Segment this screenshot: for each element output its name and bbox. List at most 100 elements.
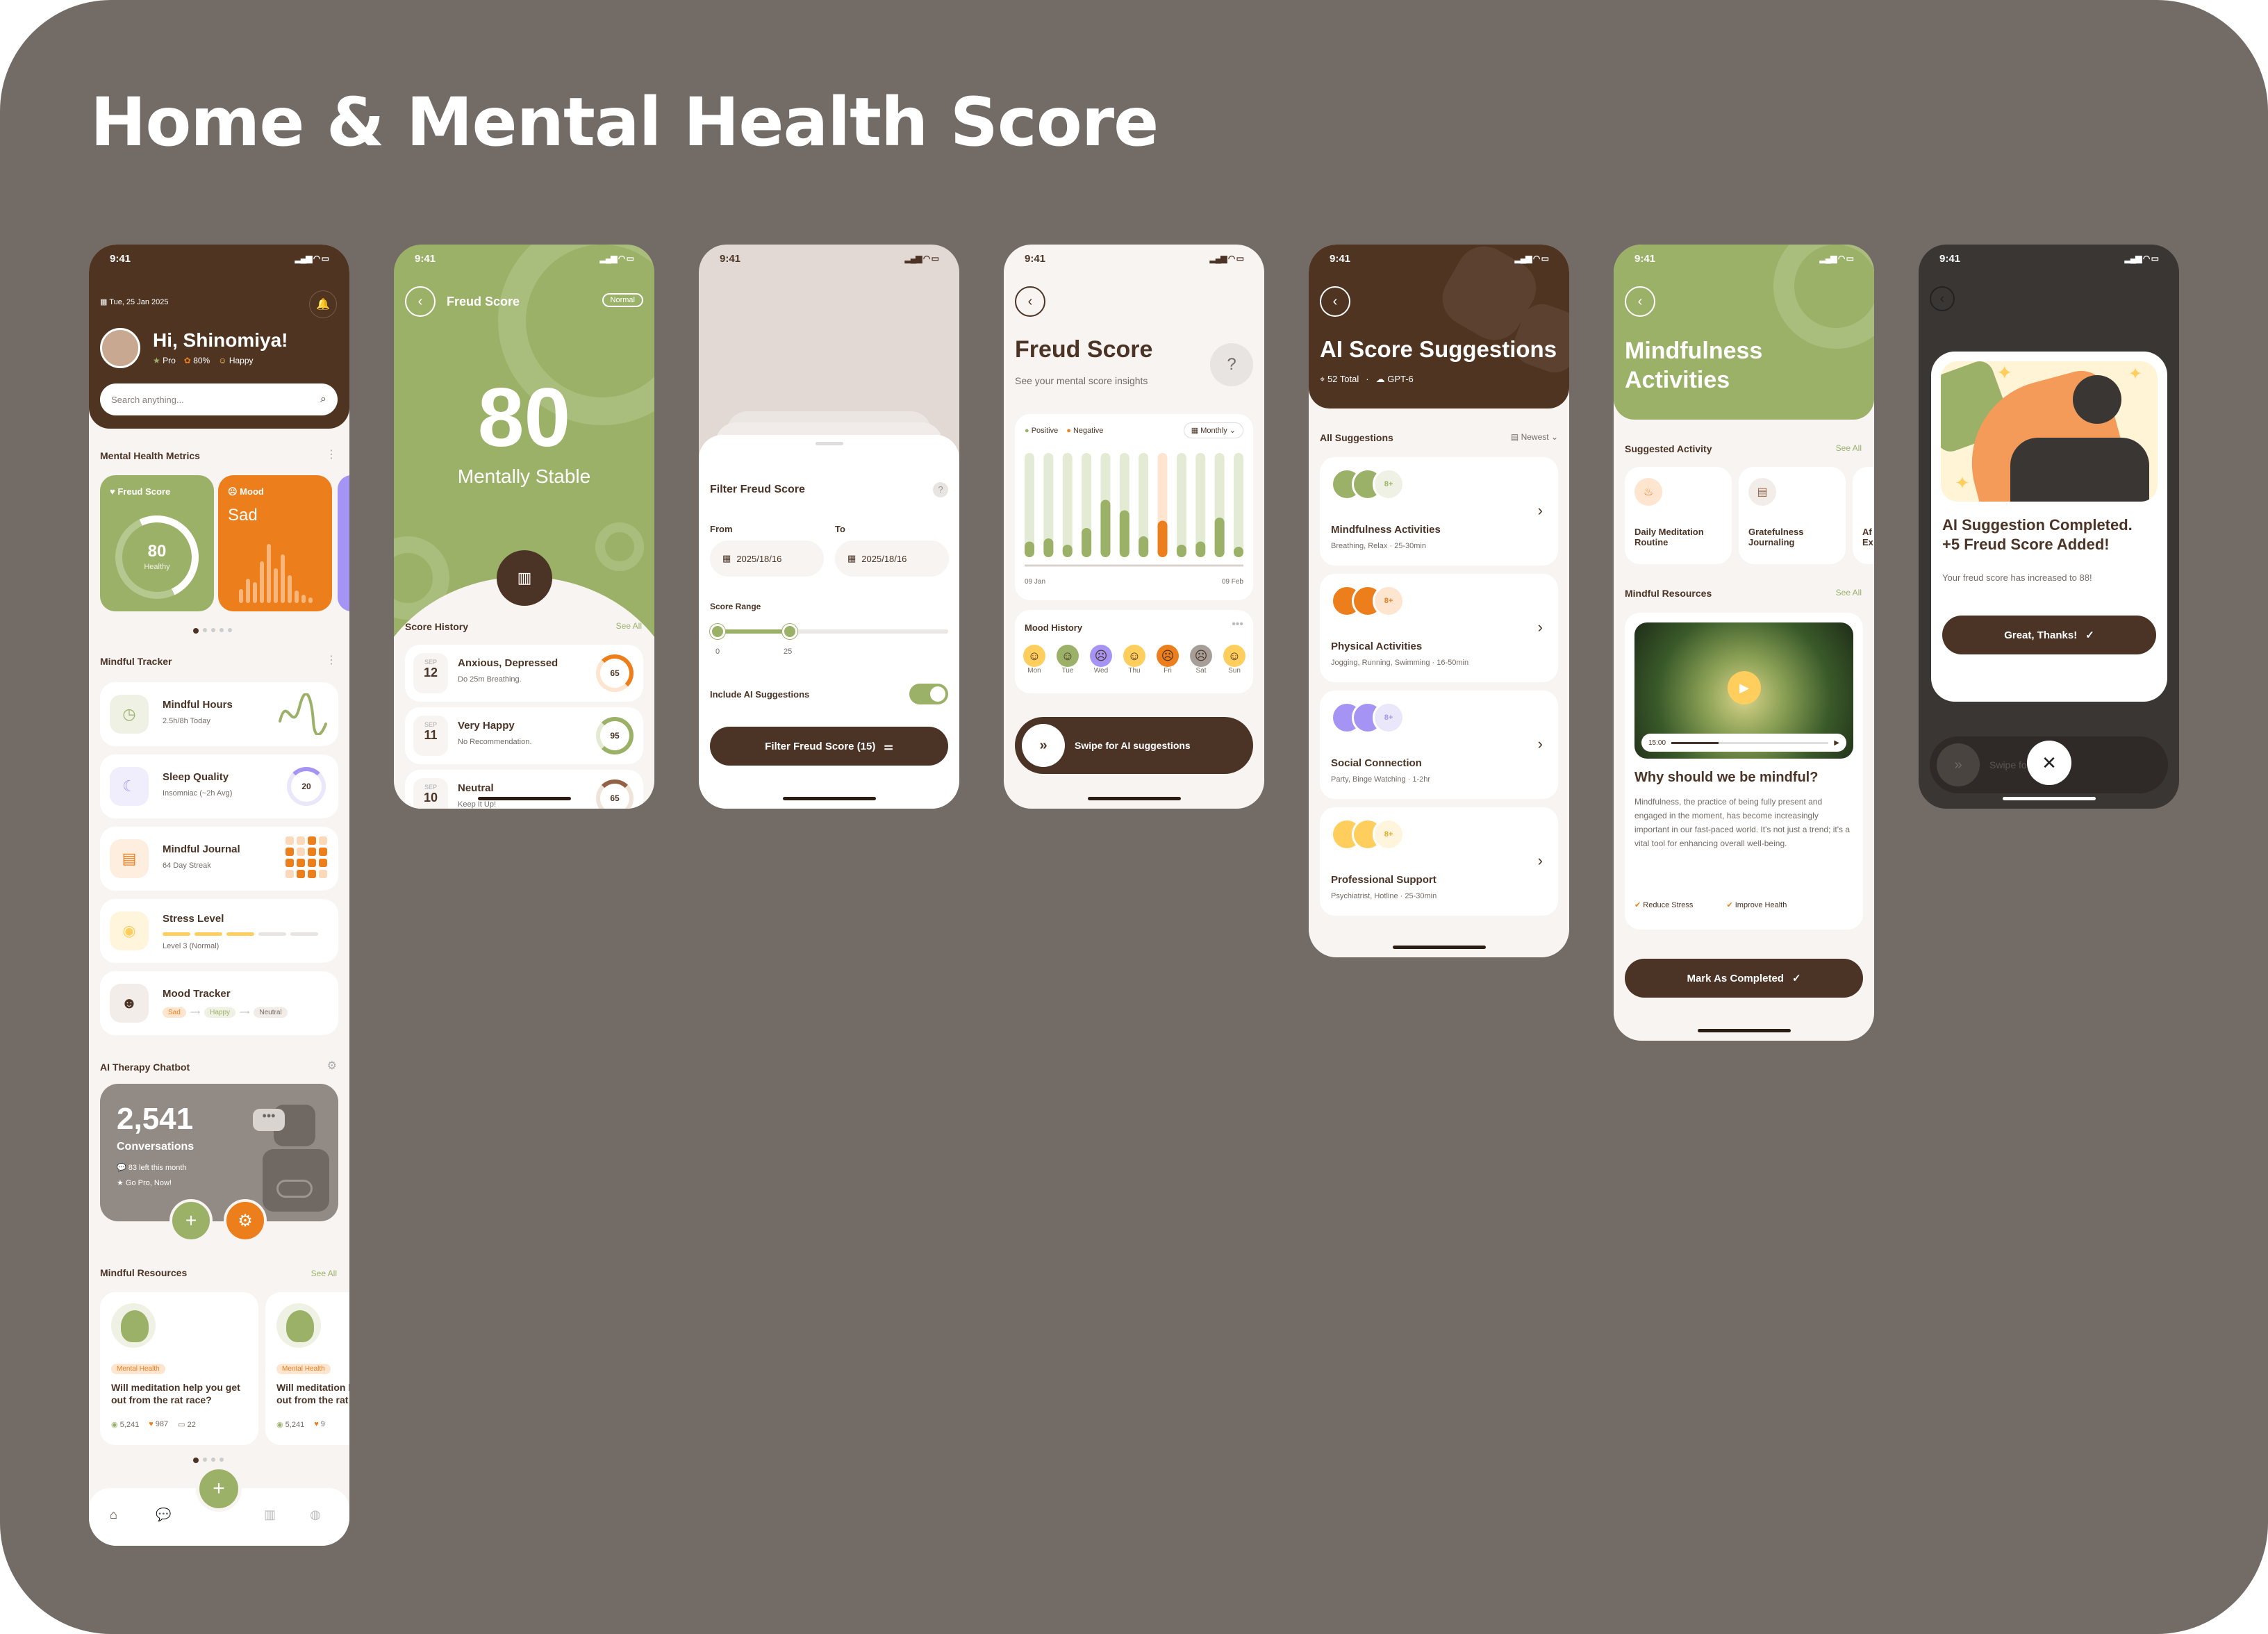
clock-icon: ◷ xyxy=(110,695,149,734)
activity-card[interactable]: Af Ex xyxy=(1853,467,1874,564)
history-row[interactable]: SEP 11 Very Happy No Recommendation. 95 xyxy=(405,707,643,764)
range-min-handle[interactable] xyxy=(710,624,725,639)
suggestion-card[interactable]: 8+ Professional Support Psychiatrist, Ho… xyxy=(1320,807,1558,916)
score-bar-chart xyxy=(1025,453,1243,567)
to-date-field[interactable]: ▦ 2025/18/16 xyxy=(835,540,949,577)
resource-heading: Why should we be mindful? xyxy=(1634,770,1819,785)
chatbot-card[interactable]: 2,541 Conversations 💬 83 left this month… xyxy=(100,1084,338,1221)
tracker-stress-level[interactable]: ◉ Stress Level Level 3 (Normal) xyxy=(100,899,338,963)
search-input[interactable]: Search anything... xyxy=(111,395,184,405)
happy-face-icon: ☺ xyxy=(1223,645,1245,667)
suggestion-card[interactable]: 8+ Physical Activities Jogging, Running,… xyxy=(1320,574,1558,682)
chat-icon[interactable]: 💬 xyxy=(156,1508,171,1522)
next-metric-card[interactable] xyxy=(338,475,349,611)
suggestion-card[interactable]: 8+ Mindfulness Activities Breathing, Rel… xyxy=(1320,457,1558,566)
meditation-icon: ♨ xyxy=(1634,478,1662,506)
activity-card[interactable]: ♨ Daily Meditation Routine xyxy=(1625,467,1732,564)
chevron-right-icon[interactable]: › xyxy=(1538,502,1543,520)
see-all-link[interactable]: See All xyxy=(1836,588,1862,597)
sort-dropdown[interactable]: ▤ Newest ⌄ xyxy=(1511,432,1558,442)
help-button[interactable]: ? xyxy=(1210,343,1253,386)
search-bar[interactable]: Search anything... ⌕ xyxy=(100,383,338,415)
suggestion-card[interactable]: 8+ Social Connection Party, Binge Watchi… xyxy=(1320,691,1558,799)
screen-title: Mindfulness Activities xyxy=(1625,338,1763,393)
article-card[interactable]: Mental Health Will meditation help you g… xyxy=(265,1292,349,1445)
back-button[interactable]: ‹ xyxy=(405,286,436,317)
sliders-icon: ⚌ xyxy=(884,741,893,752)
chart-bar-positive xyxy=(1062,545,1073,557)
swipe-ai-button[interactable]: » Swipe for AI suggestions xyxy=(1015,717,1253,774)
user-badges: ★ Pro ✿ 80% ☺ Happy xyxy=(153,356,254,365)
chart-bar-positive xyxy=(1195,541,1206,557)
video-progress[interactable] xyxy=(1671,741,1829,744)
play-icon[interactable]: ▶ xyxy=(1728,671,1761,704)
search-icon[interactable]: ⌕ xyxy=(320,393,326,406)
chart-bar-positive xyxy=(1139,536,1149,557)
mood-bars xyxy=(239,544,313,603)
history-row[interactable]: SEP 12 Anxious, Depressed Do 25m Breathin… xyxy=(405,645,643,702)
from-date-field[interactable]: ▦ 2025/18/16 xyxy=(710,540,824,577)
chat-count: 2,541 xyxy=(117,1102,194,1136)
add-chat-button[interactable]: + xyxy=(169,1199,213,1242)
great-thanks-button[interactable]: Great, Thanks! ✓ xyxy=(1942,616,2156,654)
help-icon[interactable]: ? xyxy=(933,482,948,497)
happy-face-icon: ☺ xyxy=(1023,645,1045,667)
flower-icon: ✿ xyxy=(183,356,191,365)
profile-icon[interactable]: ◍ xyxy=(310,1508,321,1522)
video-player[interactable]: ▶ 15:00 ▶ xyxy=(1634,622,1853,759)
mood-card[interactable]: ☹ Mood Sad xyxy=(218,475,332,611)
more-icon[interactable]: ⋮ xyxy=(326,447,337,461)
avatar[interactable] xyxy=(100,328,140,368)
chart-bar-positive xyxy=(1234,547,1243,557)
back-button[interactable]: ‹ xyxy=(1015,286,1045,317)
fab-add-button[interactable]: + xyxy=(196,1466,242,1512)
see-all-link[interactable]: See All xyxy=(1836,443,1862,453)
mood-history-card: Mood History ••• ☺ Mon ☺ Tue ☹ Wed ☺ Thu ☹ Fr… xyxy=(1015,610,1253,693)
article-card[interactable]: Mental Health Will meditation help you g… xyxy=(100,1292,258,1445)
notification-bell-icon[interactable]: 🔔 xyxy=(309,290,337,318)
more-icon[interactable]: ⋮ xyxy=(326,653,337,667)
ai-suggestions-screen: 9:41 ▂▄▆ ◠ ▭ ‹ AI Score Suggestions ⌖ 52 … xyxy=(1309,245,1569,957)
metrics-heading: Mental Health Metrics xyxy=(100,450,200,461)
more-icon[interactable]: ••• xyxy=(1232,618,1243,631)
chevron-right-icon[interactable]: › xyxy=(1538,852,1543,870)
swipe-handle-icon[interactable]: » xyxy=(1022,724,1065,767)
tracker-sleep-quality[interactable]: ☾ Sleep Quality Insomniac (~2h Avg) 20 xyxy=(100,754,338,818)
tracker-mindful-hours[interactable]: ◷ Mindful Hours 2.5h/8h Today xyxy=(100,682,338,746)
resource-body: Mindfulness, the practice of being fully… xyxy=(1634,797,1851,848)
gear-icon[interactable]: ⚙ xyxy=(327,1059,337,1073)
play-small-icon[interactable]: ▶ xyxy=(1834,739,1839,747)
modal-subtitle: Your freud score has increased to 88! xyxy=(1942,572,2092,583)
range-max-handle[interactable] xyxy=(782,624,797,639)
tracker-mood[interactable]: ☻ Mood Tracker Sad ⟶ Happy ⟶ Neutral xyxy=(100,971,338,1035)
history-row[interactable]: SEP 10 Neutral Keep It Up! 65 xyxy=(405,770,643,809)
chat-settings-button[interactable]: ⚙ xyxy=(224,1199,267,1242)
see-all-link[interactable]: See All xyxy=(311,1269,337,1278)
suggested-heading: Suggested Activity xyxy=(1625,443,1712,454)
back-button[interactable]: ‹ xyxy=(1930,286,1955,311)
history-heading: Score History xyxy=(405,621,469,632)
freud-score-card[interactable]: ♥ Freud Score 80 Healthy xyxy=(100,475,214,611)
filter-submit-button[interactable]: Filter Freud Score (15) ⚌ xyxy=(710,727,948,766)
sleep-ring: 20 xyxy=(287,767,326,806)
chevron-right-icon[interactable]: › xyxy=(1538,735,1543,753)
chevron-right-icon[interactable]: › xyxy=(1538,618,1543,636)
mood-value: Sad xyxy=(228,506,258,525)
stats-icon[interactable]: ▥ xyxy=(264,1508,276,1522)
activity-card[interactable]: ▤ Gratefulness Journaling xyxy=(1739,467,1846,564)
close-icon[interactable]: ✕ xyxy=(2027,741,2071,785)
page-title: Home & Mental Health Score xyxy=(90,83,1159,161)
period-dropdown[interactable]: ▦ Monthly ⌄ xyxy=(1183,422,1243,438)
tracker-mindful-journal[interactable]: ▤ Mindful Journal 64 Day Streak xyxy=(100,827,338,891)
back-button[interactable]: ‹ xyxy=(1625,286,1655,317)
avatar-stack: 8+ xyxy=(1331,702,1405,734)
status-time: 9:41 xyxy=(110,252,131,265)
mark-completed-button[interactable]: Mark As Completed ✓ xyxy=(1625,959,1863,998)
sheet-handle[interactable] xyxy=(816,442,843,445)
ai-toggle[interactable] xyxy=(909,684,948,704)
see-all-link[interactable]: See All xyxy=(616,621,642,631)
chart-button[interactable]: ▥ xyxy=(497,550,552,606)
home-icon[interactable]: ⌂ xyxy=(110,1508,117,1522)
score-ring: 65 xyxy=(596,779,634,809)
back-button[interactable]: ‹ xyxy=(1320,286,1350,317)
